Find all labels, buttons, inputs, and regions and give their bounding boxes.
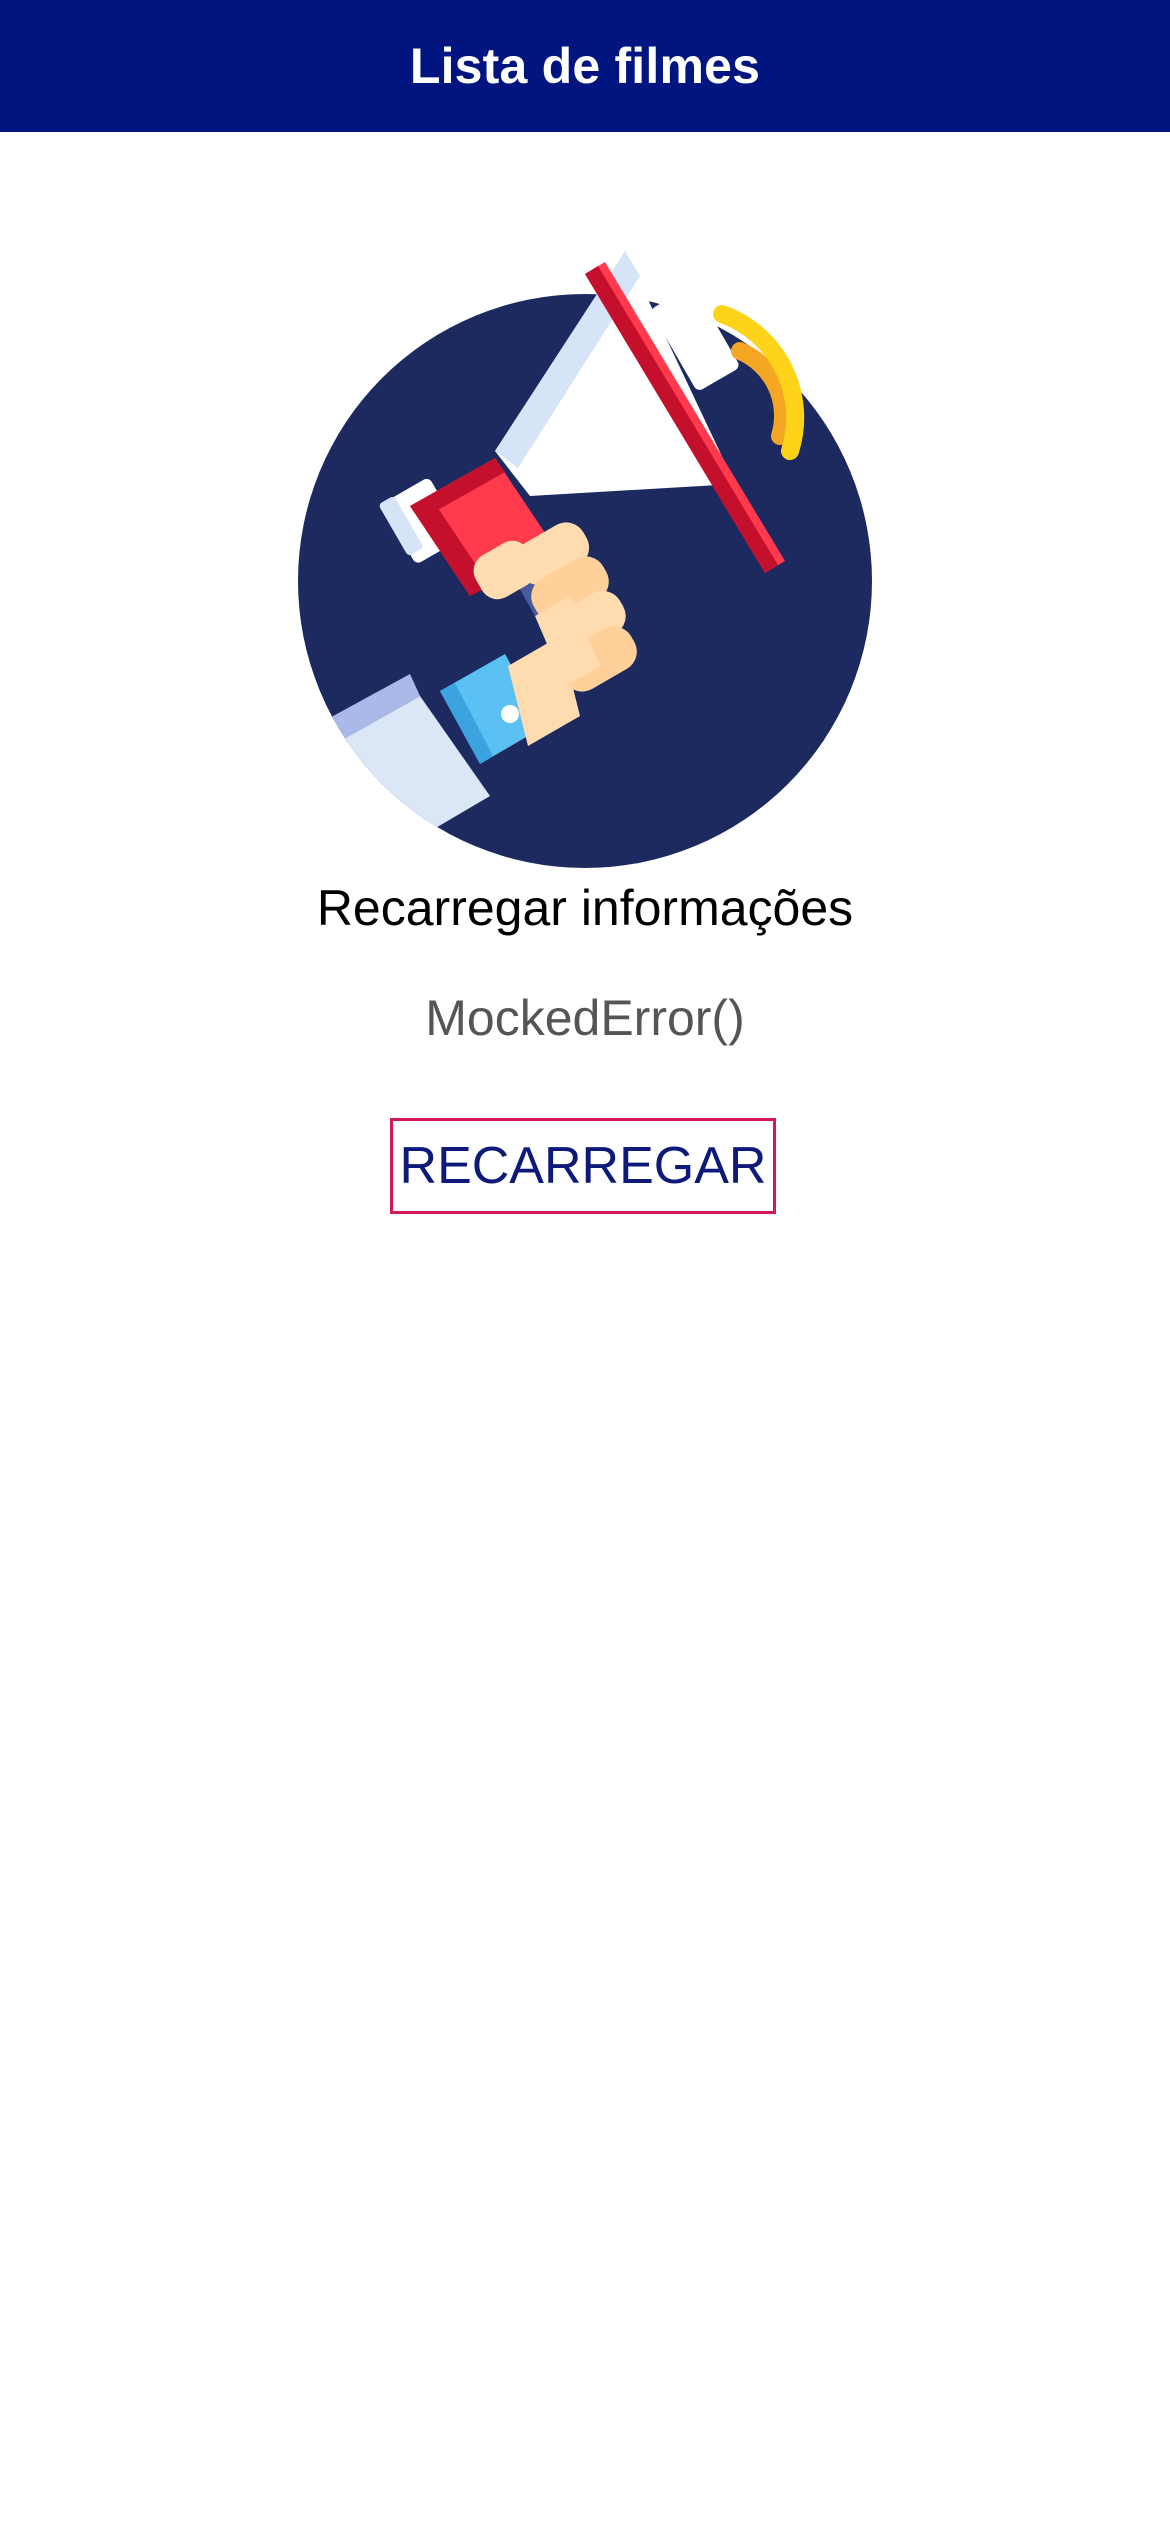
error-message: MockedError() bbox=[425, 990, 745, 1046]
error-title: Recarregar informações bbox=[316, 880, 854, 936]
page-title: Lista de filmes bbox=[409, 38, 761, 94]
navigation-bar: Lista de filmes bbox=[0, 0, 1170, 132]
app-screen: Lista de filmes Recarregar informações M… bbox=[0, 0, 1170, 2532]
reload-button[interactable]: RECARREGAR bbox=[390, 1118, 776, 1214]
megaphone-icon bbox=[298, 251, 872, 868]
megaphone-illustration bbox=[280, 196, 890, 876]
error-view: Recarregar informações MockedError() REC… bbox=[0, 132, 1170, 2532]
